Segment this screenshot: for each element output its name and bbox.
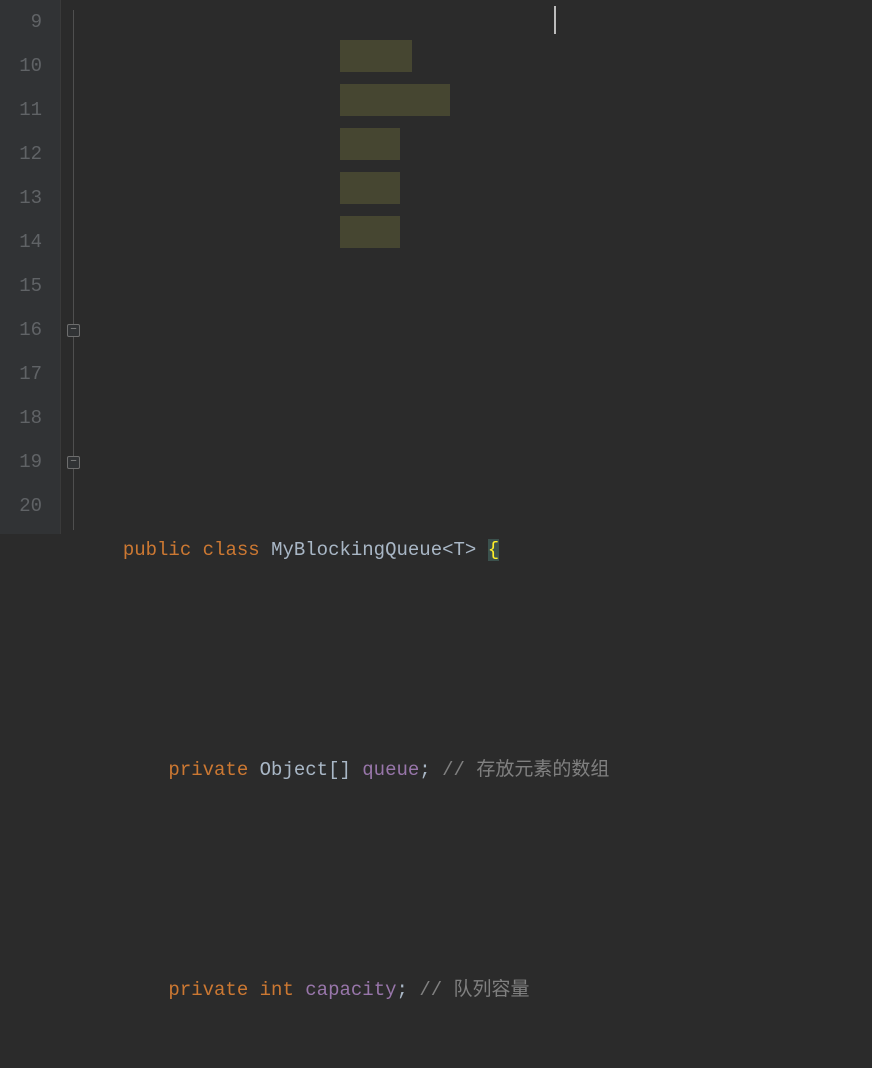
line-number: 13 [0,176,42,220]
text-caret [554,6,556,34]
line-number: 12 [0,132,42,176]
class-name: MyBlockingQueue [271,539,442,561]
selection-highlight [340,128,400,160]
keyword: public [123,539,191,561]
type: Object[] [260,759,351,781]
angle-bracket: > [465,539,476,561]
selection-highlight [340,172,400,204]
code-line: private Object[] queue; // 存放元素的数组 [100,748,872,792]
type: int [260,979,294,1001]
keyword: private [168,979,248,1001]
field-name: capacity [305,979,396,1001]
line-number: 9 [0,0,42,44]
keyword: private [168,759,248,781]
angle-bracket: < [442,539,453,561]
semicolon: ; [397,979,408,1001]
semicolon: ; [419,759,430,781]
comment: // 存放元素的数组 [442,759,609,781]
line-number: 14 [0,220,42,264]
fold-guide [73,10,74,530]
line-number: 19 [0,440,42,484]
line-number: 10 [0,44,42,88]
line-number: 15 [0,264,42,308]
keyword: class [203,539,260,561]
fold-toggle-icon[interactable]: − [67,456,80,469]
fold-column: − − [60,0,100,534]
code-line: public class MyBlockingQueue<T> { [100,528,872,572]
comment: // 队列容量 [419,979,529,1001]
code-line: private int capacity; // 队列容量 [100,968,872,1012]
line-number-gutter: 9 10 11 12 13 14 15 16 17 18 19 20 [0,0,60,534]
selection-highlight [340,216,400,248]
line-number: 18 [0,396,42,440]
line-number: 17 [0,352,42,396]
selection-highlight [340,84,450,116]
field-name: queue [362,759,419,781]
line-number: 11 [0,88,42,132]
line-number: 20 [0,484,42,528]
fold-toggle-icon[interactable]: − [67,324,80,337]
selection-highlight [340,40,412,72]
type-param: T [454,539,465,561]
brace-open: { [488,539,499,561]
code-editor[interactable]: 9 10 11 12 13 14 15 16 17 18 19 20 − − p… [0,0,872,534]
code-area[interactable]: public class MyBlockingQueue<T> { privat… [100,0,872,534]
line-number: 16 [0,308,42,352]
